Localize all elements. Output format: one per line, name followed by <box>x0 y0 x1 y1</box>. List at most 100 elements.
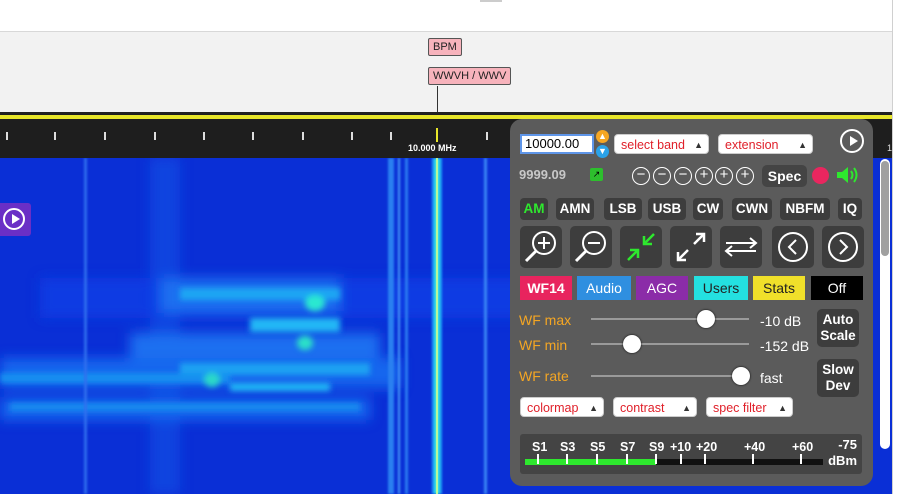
scale-tick <box>104 132 106 140</box>
panel-scrollbar[interactable] <box>880 159 890 449</box>
auto-scale-button[interactable]: Auto Scale <box>817 309 859 347</box>
zoom-to-band-button[interactable] <box>620 226 662 268</box>
control-panel: 10000.00 ▲ ▼ select band ▲ extension ▲ 999… <box>510 119 890 486</box>
contrast-select[interactable]: contrast ▲ <box>613 397 697 417</box>
mode-usb-button[interactable]: USB <box>648 198 686 220</box>
scale-tick <box>6 132 8 140</box>
scale-tick <box>486 132 488 140</box>
chevron-right-circle-icon <box>828 232 858 262</box>
extension-select-label: extension <box>725 138 779 152</box>
extension-select[interactable]: extension ▲ <box>718 134 813 154</box>
s-meter-level <box>525 459 657 465</box>
s-meter-tick <box>596 454 598 464</box>
wf-rate-slider[interactable] <box>591 367 751 385</box>
updown-caret-icon: ▲ <box>589 403 598 413</box>
band-select[interactable]: select band ▲ <box>614 134 709 154</box>
s-meter-tick <box>704 454 706 464</box>
tab-audio[interactable]: Audio <box>577 276 631 300</box>
spec-filter-select-label: spec filter <box>713 401 767 415</box>
slow-dev-label-2: Dev <box>825 378 851 393</box>
record-icon[interactable] <box>812 167 829 184</box>
slow-dev-button[interactable]: Slow Dev <box>817 359 859 397</box>
updown-caret-icon: ▲ <box>778 403 787 413</box>
spec-button[interactable]: Spec <box>762 165 807 187</box>
zoom-in-small-icon[interactable]: + <box>695 167 713 185</box>
mode-amn-button[interactable]: AMN <box>556 198 594 220</box>
wf-min-slider-knob[interactable] <box>623 335 642 353</box>
compress-arrows-icon <box>627 233 655 261</box>
s-meter-tick <box>800 454 802 464</box>
top-bar-marker <box>480 0 502 2</box>
zoom-in-button[interactable] <box>520 226 562 268</box>
waterfall-play-button[interactable] <box>0 203 31 236</box>
mode-nbfm-button[interactable]: NBFM <box>780 198 830 220</box>
frequency-input[interactable]: 10000.00 <box>520 134 594 154</box>
station-marker-line <box>437 86 438 114</box>
scale-tick <box>154 132 156 140</box>
colormap-select-label: colormap <box>527 401 579 415</box>
s-meter-tick <box>752 454 754 464</box>
s-meter-mark: S3 <box>560 440 576 454</box>
tab-users[interactable]: Users <box>694 276 748 300</box>
scale-top-border <box>0 112 892 114</box>
wf-max-slider[interactable] <box>591 310 749 328</box>
scale-tick <box>390 132 392 140</box>
s-meter-dbm-value: -75 <box>838 437 857 452</box>
chevron-left-circle-icon <box>778 232 808 262</box>
zoom-in-icon[interactable]: + <box>715 167 733 185</box>
page-right-button[interactable] <box>822 226 864 268</box>
wf-rate-slider-knob[interactable] <box>732 367 751 385</box>
frequency-step-up-icon[interactable]: ▲ <box>596 130 609 143</box>
scale-tick <box>54 132 56 140</box>
zoom-out-icon[interactable]: − <box>653 167 671 185</box>
play-icon <box>3 208 25 230</box>
zoom-out-small-icon[interactable]: − <box>674 167 692 185</box>
updown-caret-icon: ▲ <box>798 140 807 150</box>
panel-scrollbar-thumb[interactable] <box>881 161 889 256</box>
s-meter-mark: +20 <box>696 440 718 454</box>
wf-min-slider[interactable] <box>591 335 749 353</box>
s-meter-dbm-readout: -75 dBm <box>828 437 857 469</box>
band-select-label: select band <box>621 138 685 152</box>
mode-lsb-button[interactable]: LSB <box>604 198 642 220</box>
play-circle-icon[interactable] <box>840 129 864 153</box>
s-meter: S1 S3 S5 S7 S9 +10 +20 +40 +60 -75 dBm <box>520 434 862 474</box>
tab-wf[interactable]: WF14 <box>520 276 572 300</box>
zoom-max-out-button[interactable] <box>670 226 712 268</box>
slow-dev-label-1: Slow <box>822 362 854 377</box>
zoom-out-button[interactable] <box>570 226 612 268</box>
tab-off[interactable]: Off <box>811 276 863 300</box>
tab-agc[interactable]: AGC <box>636 276 688 300</box>
mode-am-button[interactable]: AM <box>520 198 548 220</box>
scale-tick <box>203 132 205 140</box>
tab-stats[interactable]: Stats <box>753 276 805 300</box>
speaker-volume-icon[interactable] <box>836 165 862 185</box>
frequency-step-down-icon[interactable]: ▼ <box>596 145 609 158</box>
magnifier-minus-icon <box>574 231 606 263</box>
mode-iq-button[interactable]: IQ <box>838 198 862 220</box>
s-meter-tick <box>655 454 657 464</box>
colormap-select[interactable]: colormap ▲ <box>520 397 604 417</box>
zoom-in-max-icon[interactable]: + <box>736 167 754 185</box>
s-meter-dbm-unit: dBm <box>828 453 857 468</box>
toggle-span-button[interactable] <box>720 226 762 268</box>
wf-rate-label: WF rate <box>519 368 569 384</box>
zoom-out-max-icon[interactable]: − <box>632 167 650 185</box>
station-label-bpm[interactable]: BPM <box>428 38 462 56</box>
auto-scale-label-1: Auto <box>822 312 854 327</box>
auto-scale-label-2: Scale <box>820 328 856 343</box>
s-meter-tick <box>537 454 539 464</box>
mode-cwn-button[interactable]: CWN <box>732 198 772 220</box>
external-link-icon[interactable]: ↗ <box>590 168 603 181</box>
s-meter-mark: S7 <box>620 440 636 454</box>
wf-max-value: -10 dB <box>760 313 802 329</box>
spec-filter-select[interactable]: spec filter ▲ <box>706 397 793 417</box>
scale-tick <box>351 132 353 140</box>
mode-cw-button[interactable]: CW <box>693 198 723 220</box>
s-meter-tick <box>626 454 628 464</box>
s-meter-mark: +10 <box>670 440 692 454</box>
wf-rate-value: fast <box>760 370 783 386</box>
page-left-button[interactable] <box>772 226 814 268</box>
wf-max-slider-knob[interactable] <box>697 310 716 328</box>
station-label-wwv[interactable]: WWVH / WWV <box>428 67 512 85</box>
